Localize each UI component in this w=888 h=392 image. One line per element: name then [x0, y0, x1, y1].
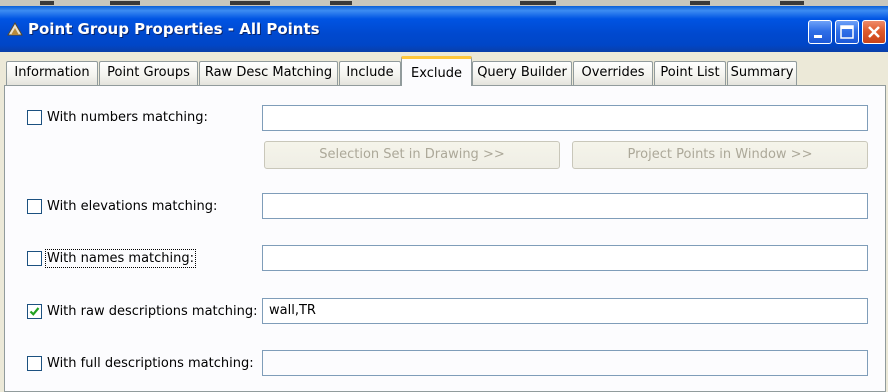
- tab-exclude[interactable]: Exclude: [401, 56, 472, 86]
- minimize-icon: [814, 35, 822, 38]
- raw-descriptions-field[interactable]: wall,TR: [262, 298, 868, 324]
- elevations-field[interactable]: [262, 193, 868, 219]
- raw-descriptions-checkbox[interactable]: [27, 304, 42, 319]
- tab-point-groups[interactable]: Point Groups: [99, 61, 198, 85]
- tab-overrides[interactable]: Overrides: [573, 61, 653, 85]
- tab-include[interactable]: Include: [339, 61, 401, 85]
- tab-information[interactable]: Information: [6, 61, 98, 85]
- window-title: Point Group Properties - All Points: [28, 20, 320, 38]
- exclude-panel: [4, 85, 886, 392]
- title-bar[interactable]: Point Group Properties - All Points: [0, 6, 888, 52]
- names-field[interactable]: [262, 245, 868, 271]
- elevations-checkbox[interactable]: [27, 199, 42, 214]
- checkmark-icon: [29, 307, 40, 316]
- names-label: With names matching:: [44, 249, 197, 268]
- maximize-icon: [840, 25, 854, 39]
- project-points-button[interactable]: Project Points in Window >>: [572, 141, 868, 169]
- full-descriptions-checkbox[interactable]: [27, 356, 42, 371]
- full-descriptions-label: With full descriptions matching:: [47, 356, 254, 371]
- tab-raw-desc-matching[interactable]: Raw Desc Matching: [199, 61, 338, 85]
- names-checkbox[interactable]: [27, 251, 42, 266]
- numbers-checkbox[interactable]: [27, 110, 42, 125]
- tab-strip: Information Point Groups Raw Desc Matchi…: [0, 52, 888, 86]
- numbers-label: With numbers matching:: [47, 110, 208, 125]
- numbers-field[interactable]: [262, 105, 868, 131]
- raw-descriptions-label: With raw descriptions matching:: [47, 304, 258, 319]
- close-button[interactable]: [862, 20, 886, 44]
- close-icon: [868, 26, 880, 38]
- elevations-label: With elevations matching:: [47, 199, 218, 214]
- tab-point-list[interactable]: Point List: [654, 61, 726, 85]
- tab-query-builder[interactable]: Query Builder: [472, 61, 572, 85]
- minimize-button[interactable]: [808, 20, 832, 44]
- selection-set-button[interactable]: Selection Set in Drawing >>: [264, 141, 560, 169]
- maximize-button[interactable]: [835, 20, 859, 44]
- app-icon: [7, 22, 23, 36]
- full-descriptions-field[interactable]: [262, 350, 868, 376]
- tab-summary[interactable]: Summary: [727, 61, 797, 85]
